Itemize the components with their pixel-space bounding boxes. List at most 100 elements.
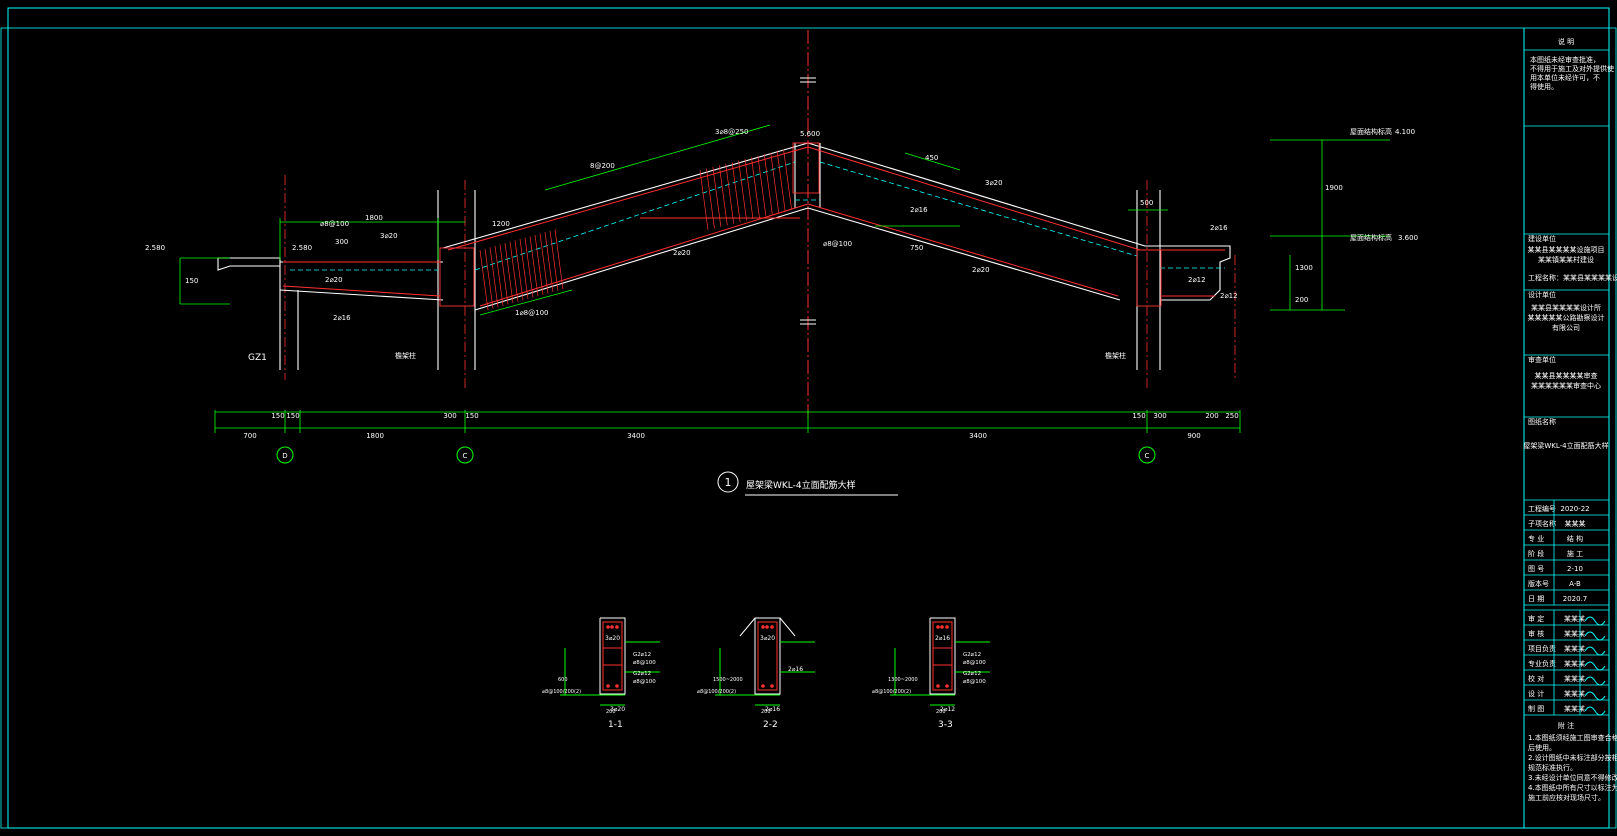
tb-info-key: 子项名称 xyxy=(1528,519,1556,528)
tb-info-val: 2020-22 xyxy=(1560,505,1589,513)
dim-misc-1: 1800 xyxy=(365,214,383,222)
dim-misc-2: 1200 xyxy=(492,220,510,228)
dim-text-4: 3400 xyxy=(969,432,987,440)
section-mid: 2⌀16 xyxy=(788,666,803,673)
right-elevation-top: 4.100 xyxy=(1395,128,1415,136)
sub-dim-1: 150 xyxy=(271,412,284,420)
tb-header: 说 明 xyxy=(1558,37,1574,46)
tb-drawing-name: 屋架梁WKL-4立面配筋大样 xyxy=(1523,441,1608,450)
section-mid2: ⌀8@100 xyxy=(633,660,656,666)
dimension-lines xyxy=(179,124,1390,433)
tb-info-val: 施 工 xyxy=(1567,549,1583,558)
tb-sign-name: 某某某 xyxy=(1564,645,1585,653)
rebar-label-a: ⌀8@100 xyxy=(320,220,349,228)
axis-label-d: D xyxy=(282,452,287,460)
tb-footer-header: 附 注 xyxy=(1558,721,1574,730)
section-label: 1-1 xyxy=(608,720,623,730)
column-label-gz1: GZ1 xyxy=(248,353,267,363)
section-2-2: 2-23⌀20⌀8@100/200(2)1500~20002002⌀162⌀16 xyxy=(697,617,815,730)
tb-sign-role: 审 定 xyxy=(1528,614,1544,623)
tb-info-key: 阶 段 xyxy=(1528,549,1544,558)
section-top: 2⌀16 xyxy=(935,635,950,642)
tb-footer-note: 3.未经设计单位同意不得修改。 xyxy=(1528,773,1617,782)
dim-misc-5: 750 xyxy=(910,244,923,252)
tb-note: 用本单位未经许可，不 xyxy=(1530,73,1600,82)
rebar-label-m: 2⌀16 xyxy=(1210,224,1228,232)
right-label-bottom: 屋面结构标高 xyxy=(1350,233,1392,242)
tb-footer-note: 后使用。 xyxy=(1528,743,1556,752)
section-bottom: 3⌀20 xyxy=(610,706,625,713)
column-label-mid: 檐架柱 xyxy=(395,351,416,360)
section-1-1: 1-13⌀20⌀8@100/200(2)6002003⌀20G2⌀12⌀8@10… xyxy=(542,617,660,730)
tb-note: 得使用。 xyxy=(1530,82,1558,91)
rebar-label-l: 2⌀20 xyxy=(972,266,990,274)
beam-outline xyxy=(217,142,1231,370)
section-left: ⌀8@100/200(2) xyxy=(872,689,911,695)
stirrup-hatching xyxy=(479,149,792,311)
tb-design-label: 设计单位 xyxy=(1528,290,1556,299)
axis-label-c2: C xyxy=(1145,452,1150,460)
rebar-label-f: 3⌀8@250 xyxy=(715,128,748,136)
tb-info-key: 日 期 xyxy=(1528,595,1544,603)
section-mid4: ⌀8@100 xyxy=(633,679,656,685)
tb-design: 某某某某某公路勘察设计 xyxy=(1528,313,1605,322)
tb-sign-name: 某某某 xyxy=(1564,690,1585,698)
section-top: 3⌀20 xyxy=(605,635,620,642)
sub-dim-3: 300 xyxy=(443,412,456,420)
section-left: ⌀8@100/200(2) xyxy=(697,689,736,695)
section-height: 1500~2000 xyxy=(713,677,743,683)
section-mid2: ⌀8@100 xyxy=(963,660,986,666)
dim-misc-4: 450 xyxy=(925,154,938,162)
tb-sign-role: 专业负责 xyxy=(1528,659,1556,668)
rebar-label-j: 3⌀20 xyxy=(985,179,1003,187)
tb-sign-role: 制 图 xyxy=(1528,704,1544,713)
dim-misc-8: 1300 xyxy=(1295,264,1313,272)
detail-number: 1 xyxy=(725,476,732,489)
sub-dim-8: 250 xyxy=(1225,412,1238,420)
sub-dim-5: 150 xyxy=(1132,412,1145,420)
tb-footer-note: 4.本图纸中所有尺寸以标注为准， xyxy=(1528,783,1617,792)
tb-sign-name: 某某某 xyxy=(1564,675,1585,683)
dim-misc-6: 500 xyxy=(1140,199,1153,207)
section-mid4: ⌀8@100 xyxy=(963,679,986,685)
tb-sign-role: 校 对 xyxy=(1528,674,1544,683)
dim-text-1: 700 xyxy=(243,432,256,440)
stirrup-dashed xyxy=(290,161,1225,271)
title-block: 说 明本图纸未经审查批准，不得用于施工及对外提供使用本单位未经许可，不得使用。建… xyxy=(1523,37,1617,802)
section-height: 1300~2000 xyxy=(888,677,918,683)
section-3-3: 3-32⌀16⌀8@100/200(2)1300~20002002⌀12G2⌀1… xyxy=(872,617,990,730)
bottom-dimension-texts: 700 1800 3400 3400 900 150 150 300 150 1… xyxy=(243,412,1238,440)
tb-info-val: 2020.7 xyxy=(1563,595,1588,603)
rebar-label-n: 2⌀12 xyxy=(1188,276,1206,284)
sub-dim-4: 150 xyxy=(465,412,478,420)
tb-sign-role: 审 核 xyxy=(1528,629,1544,638)
section-label: 2-2 xyxy=(763,720,778,730)
section-bottom: 2⌀12 xyxy=(940,706,955,713)
dim-text-3: 3400 xyxy=(627,432,645,440)
detail-title: 1 屋架梁WKL-4立面配筋大样 xyxy=(717,471,898,496)
sub-dim-6: 300 xyxy=(1153,412,1166,420)
section-mid3: G2⌀12 xyxy=(633,671,651,677)
tb-project: 某某县某某某某设施项目 xyxy=(1528,245,1605,254)
dim-text-5: 900 xyxy=(1187,432,1200,440)
tb-info-key: 专 业 xyxy=(1528,534,1544,543)
right-label-top: 屋面结构标高 xyxy=(1350,127,1392,136)
right-elevation-bottom: 3.600 xyxy=(1398,234,1418,242)
tb-footer-note: 1.本图纸须经施工图审查合格 xyxy=(1528,733,1617,742)
section-mid1: G2⌀12 xyxy=(633,652,651,658)
tb-project-label: 建设单位 xyxy=(1528,234,1556,243)
beam-elevation: D C C 700 1800 3400 3400 900 150 150 300… xyxy=(145,30,1418,496)
tb-sign-role: 设 计 xyxy=(1528,689,1544,698)
dim-misc-10: 150 xyxy=(185,277,198,285)
tb-project-sub: 工程名称：某某县某某某某设施 xyxy=(1528,273,1617,282)
tb-info-val: A-B xyxy=(1569,580,1581,588)
dim-text-2: 1800 xyxy=(366,432,384,440)
rebar-label-c: 2⌀20 xyxy=(325,276,343,284)
tb-review: 某某县某某某某审查 xyxy=(1535,371,1598,380)
rebar-label-d: 2⌀16 xyxy=(333,314,351,322)
tb-review-label: 审查单位 xyxy=(1528,355,1556,364)
rebar-label-b: 3⌀20 xyxy=(380,232,398,240)
tb-note: 本图纸未经审查批准， xyxy=(1530,55,1600,64)
tb-note: 不得用于施工及对外提供使 xyxy=(1530,64,1614,73)
section-top: 3⌀20 xyxy=(760,635,775,642)
